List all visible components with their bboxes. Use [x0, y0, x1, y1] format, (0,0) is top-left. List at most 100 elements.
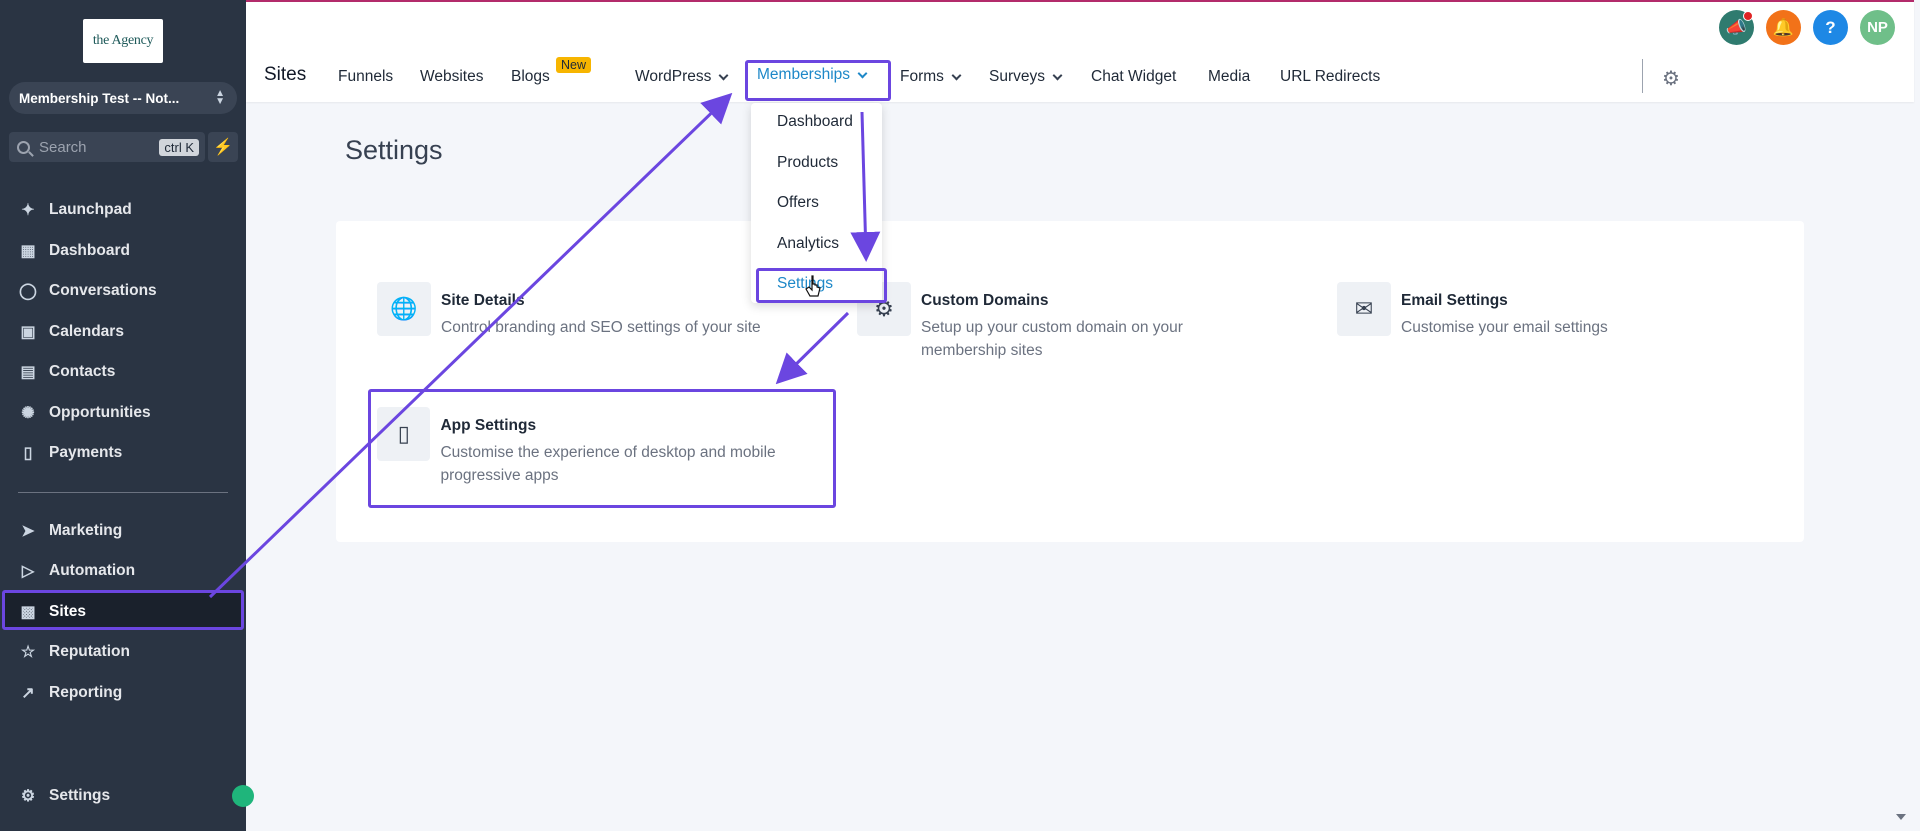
announcement-icon[interactable]: 📣	[1719, 10, 1754, 45]
account-switcher[interactable]: Membership Test -- Not... ▲ ▼	[9, 82, 237, 114]
tab-websites[interactable]: Websites	[420, 68, 483, 86]
tab-label: Blogs	[511, 68, 550, 85]
sidebar-item-settings[interactable]: ⚙ Settings	[18, 781, 110, 811]
chevron-down-icon	[718, 70, 729, 80]
sidebar-item-label: Calendars	[49, 323, 124, 340]
setting-desc: Control branding and SEO settings of you…	[441, 319, 761, 336]
tab-label: URL Redirects	[1280, 68, 1381, 85]
account-name: Membership Test -- Not...	[19, 90, 180, 106]
sidebar-item-label: Launchpad	[49, 201, 132, 218]
tab-surveys[interactable]: Surveys	[989, 68, 1063, 86]
sites-icon: ▩	[20, 604, 36, 621]
avatar[interactable]: NP	[1860, 10, 1895, 45]
sidebar-item-sites[interactable]: ▩ Sites	[18, 597, 86, 627]
sidebar-item-label: Contacts	[49, 363, 116, 380]
star-icon: ☆	[20, 644, 36, 661]
sidebar-item-label: Payments	[49, 444, 123, 461]
scroll-down-arrow[interactable]	[1896, 814, 1906, 820]
globe-icon: 🌐	[377, 282, 431, 336]
gear-icon: ⚙	[20, 788, 36, 805]
section-title: Sites	[264, 64, 307, 85]
tab-funnels[interactable]: Funnels	[338, 68, 393, 86]
sidebar-item-reporting[interactable]: ↗ Reporting	[18, 678, 122, 708]
sidebar-item-calendars[interactable]: ▣ Calendars	[18, 317, 124, 347]
tab-blogs[interactable]: Blogs	[511, 68, 550, 86]
contacts-icon: ▤	[20, 364, 36, 381]
tab-label: Websites	[420, 68, 484, 85]
sidebar-item-label: Conversations	[49, 282, 157, 299]
sidebar-item-label: Settings	[49, 787, 111, 804]
chevron-down-icon	[951, 70, 962, 80]
sidebar-item-conversations[interactable]: ◯ Conversations	[18, 276, 157, 306]
dropdown-item-offers[interactable]: Offers	[777, 194, 819, 212]
sidebar-item-opportunities[interactable]: ✺ Opportunities	[18, 398, 151, 428]
setting-title: Email Settings	[1401, 292, 1508, 309]
setting-desc: Customise your email settings	[1401, 319, 1608, 336]
send-icon: ➤	[21, 523, 35, 540]
setting-email-settings[interactable]: ✉ Email Settings Customise your email set…	[1337, 282, 1608, 339]
chevron-down-icon	[1052, 70, 1063, 80]
search-input[interactable]: Search ctrl K	[9, 132, 205, 162]
help-glyph: ?	[1825, 17, 1836, 37]
sidebar-item-label: Dashboard	[49, 242, 130, 259]
topbar: Sites Funnels Websites Blogs WordPress M…	[246, 0, 1914, 102]
setting-custom-domains[interactable]: ⚙ Custom Domains Setup up your custom dom…	[857, 282, 1237, 362]
search-placeholder: Search	[39, 138, 87, 156]
help-icon[interactable]: ?	[1813, 10, 1848, 45]
search-shortcut: ctrl K	[159, 138, 199, 156]
tab-media[interactable]: Media	[1208, 68, 1250, 86]
sites-settings-gear-icon[interactable]: ⚙	[1662, 66, 1684, 90]
sidebar-item-automation[interactable]: ▷ Automation	[18, 556, 135, 586]
tab-label: Chat Widget	[1091, 68, 1177, 85]
setting-title: Custom Domains	[921, 292, 1049, 309]
envelope-icon: ✉	[1337, 282, 1391, 336]
calendar-icon: ▣	[20, 324, 36, 341]
bell-icon[interactable]: 🔔	[1766, 10, 1801, 45]
quick-action-bolt-icon[interactable]: ⚡	[208, 132, 238, 162]
sidebar-item-label: Reputation	[49, 643, 130, 660]
tab-url-redirects[interactable]: URL Redirects	[1280, 68, 1380, 86]
tab-chat-widget[interactable]: Chat Widget	[1091, 68, 1176, 86]
dropdown-item-products[interactable]: Products	[777, 154, 838, 172]
tab-forms[interactable]: Forms	[900, 68, 962, 86]
automation-icon: ▷	[21, 563, 35, 580]
tab-wordpress[interactable]: WordPress	[635, 68, 729, 86]
app-settings-annotation-box	[368, 389, 836, 508]
sidebar-item-launchpad[interactable]: ✦ Launchpad	[18, 195, 132, 225]
memberships-annotation-box	[745, 60, 891, 101]
sidebar-item-label: Marketing	[49, 522, 123, 539]
trend-icon: ↗	[21, 685, 35, 702]
tab-label: Surveys	[989, 68, 1045, 85]
setting-site-details[interactable]: 🌐 Site Details Control branding and SEO s…	[377, 282, 761, 339]
opportunities-icon: ✺	[21, 405, 35, 422]
tab-divider	[1642, 59, 1643, 93]
dropdown-item-dashboard[interactable]: Dashboard	[777, 113, 853, 131]
sidebar-item-label: Reporting	[49, 684, 123, 701]
page-title: Settings	[345, 135, 443, 165]
settings-annotation-box	[756, 268, 887, 303]
payments-icon: ▯	[23, 445, 33, 462]
tab-label: WordPress	[635, 68, 712, 85]
sidebar-item-label: Sites	[49, 603, 87, 620]
updown-chevron-icon: ▲ ▼	[215, 88, 225, 107]
grid-icon: ▦	[20, 243, 36, 260]
tab-label: Media	[1208, 68, 1251, 85]
notification-dot	[1743, 11, 1753, 21]
new-badge: New	[556, 57, 592, 73]
sidebar-divider	[18, 492, 228, 493]
setting-desc: Setup up your custom domain on your memb…	[921, 319, 1183, 359]
tab-label: Forms	[900, 68, 944, 85]
dropdown-item-analytics[interactable]: Analytics	[777, 235, 839, 253]
setting-title: Site Details	[441, 292, 525, 309]
sidebar-item-reputation[interactable]: ☆ Reputation	[18, 637, 130, 667]
sidebar-item-contacts[interactable]: ▤ Contacts	[18, 357, 115, 387]
sidebar-item-label: Opportunities	[49, 404, 151, 421]
agency-logo[interactable]: the Agency	[83, 19, 163, 63]
sidebar-item-marketing[interactable]: ➤ Marketing	[18, 516, 122, 546]
sidebar-item-dashboard[interactable]: ▦ Dashboard	[18, 236, 130, 266]
refresh-icon[interactable]	[232, 785, 254, 807]
sidebar-item-payments[interactable]: ▯ Payments	[18, 438, 123, 468]
sidebar-item-label: Automation	[49, 562, 136, 579]
avatar-initials: NP	[1867, 19, 1888, 36]
search-icon	[17, 140, 30, 154]
